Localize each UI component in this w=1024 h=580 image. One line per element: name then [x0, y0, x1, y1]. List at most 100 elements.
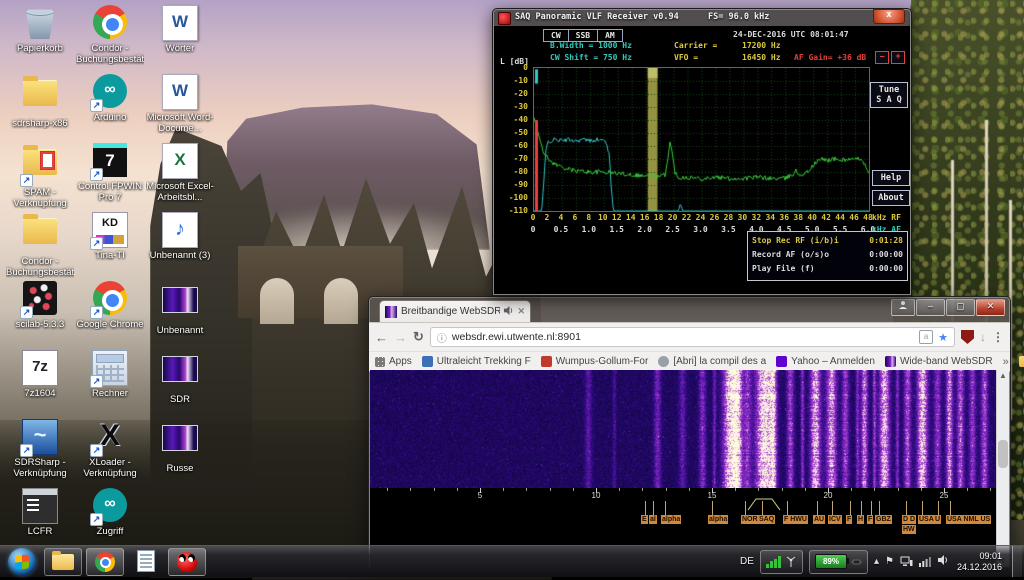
taskbar-app-notepad[interactable] [128, 548, 164, 574]
taskbar-app-gremlin[interactable] [168, 548, 206, 576]
desktop-icon-sdrsharp-x86[interactable]: sdrsharp-x86 [6, 74, 74, 129]
mobile-signal-icon[interactable] [919, 556, 931, 567]
action-center-flag-icon[interactable]: ⚑ [885, 556, 894, 567]
saq-mode-ssb[interactable]: SSB [569, 30, 598, 41]
language-indicator[interactable]: DE [740, 556, 754, 567]
chrome-menu-icon[interactable]: ⋮ [992, 330, 1004, 344]
saq-gain-plus-button[interactable]: + [891, 51, 905, 64]
station-label-line2[interactable]: HW [902, 525, 916, 534]
taskbar-app-chrome[interactable] [86, 548, 124, 576]
address-bar[interactable]: ⓘ websdr.ewi.utwente.nl:8901 a ★ [430, 327, 955, 347]
desktop-icon-papierkorb[interactable]: Papierkorb [6, 5, 74, 54]
saq-titlebar[interactable]: SAQ Panoramic VLF Receiver v0.94 FS= 96.… [493, 9, 911, 26]
bookmark-yahoo-anmelden[interactable]: Yahoo – Anmelden [776, 356, 875, 367]
maximize-button[interactable]: ▢ [946, 299, 975, 316]
scrollbar-up-icon[interactable]: ▲ [997, 370, 1009, 382]
station-marker-line [817, 501, 818, 515]
desktop-icon-condor-buchungsbest-tig[interactable]: Condor - Buchungsbestätig... [76, 5, 144, 65]
start-button[interactable] [8, 548, 36, 576]
desktop-icon-w-rter[interactable]: WWörter [146, 5, 214, 54]
station-label-e[interactable]: E [641, 515, 648, 524]
bookmark-ultraleicht-trekking-f[interactable]: Ultraleicht Trekking F [422, 356, 531, 367]
show-desktop-button[interactable] [1012, 546, 1022, 577]
saq-mode-cw[interactable]: CW [544, 30, 569, 41]
tab-breitbandige-websdr[interactable]: Breitbandige WebSDR ✕ [379, 300, 531, 322]
desktop-icon-condor-buchungsbest-tig[interactable]: Condor - Buchungsbestätig... [6, 212, 74, 278]
forward-icon[interactable]: → [394, 330, 407, 345]
taskbar-app-explorer[interactable] [44, 548, 82, 576]
other-bookmarks-folder[interactable]: Weitere Lesezeichen [1019, 356, 1024, 367]
saq-recorder-row[interactable]: Stop Rec RF (i/b)i0:01:28 [752, 234, 903, 248]
desktop-icon-scilab-5-3-3[interactable]: ↗scilab-5.3.3 [6, 281, 74, 330]
translate-icon[interactable]: a [919, 330, 933, 344]
desktop-icon-sdr[interactable]: SDR [146, 350, 214, 405]
bookmark-wide-band-websdr[interactable]: Wide-band WebSDR [885, 356, 993, 367]
saq-close-button[interactable]: x [873, 9, 905, 24]
bookmark-abri-la-compil-des-a[interactable]: [Abri] la compil des a [658, 356, 766, 367]
download-extension-icon[interactable]: ↓ [980, 330, 986, 344]
bookmark-star-icon[interactable]: ★ [938, 331, 948, 344]
saq-help-button[interactable]: Help [872, 170, 910, 186]
station-label-alpha[interactable]: alpha [661, 515, 681, 524]
desktop-icon-rechner[interactable]: ↗Rechner [76, 350, 144, 399]
bookmark-wumpus-gollum-for[interactable]: Wumpus-Gollum-For [541, 356, 649, 367]
minimize-button[interactable]: – [916, 299, 945, 316]
desktop-icon-7z1604[interactable]: 7z7z1604 [6, 350, 74, 399]
desktop-icon-spam-verkn-pfung[interactable]: ↗SPAM - Verknüpfung [6, 143, 74, 209]
taskbar-clock[interactable]: 09:01 24.12.2016 [957, 551, 1002, 573]
ublock-extension-icon[interactable] [961, 330, 974, 344]
desktop-icon-control-fpwin-pro-7[interactable]: 7↗Control FPWIN Pro 7 [76, 143, 144, 203]
close-button[interactable]: ✕ [976, 299, 1005, 316]
desktop-icon-google-chrome[interactable]: ↗Google Chrome [76, 281, 144, 330]
station-label-d-d[interactable]: D D [902, 515, 916, 524]
desktop-icon-russe[interactable]: Russe [146, 419, 214, 474]
desktop-icon-tina-ti[interactable]: KD↗Tina-TI [76, 212, 144, 261]
reload-icon[interactable]: ↻ [413, 329, 424, 345]
saq-recorder-panel[interactable]: Stop Rec RF (i/b)i0:01:28Record AF (o/s)… [747, 231, 908, 281]
profile-button[interactable] [891, 299, 915, 316]
station-label-usa-nml-us[interactable]: USA NML US [946, 515, 991, 524]
station-label-gbz[interactable]: GBZ [875, 515, 892, 524]
desktop-icon-microsoft-word-docume[interactable]: WMicrosoft Word-Docume... [146, 74, 214, 134]
station-label-f-hwu[interactable]: F HWU [783, 515, 808, 524]
desktop-icon-unbenannt[interactable]: Unbenannt [146, 281, 214, 336]
station-label-u[interactable]: U [934, 515, 941, 524]
page-info-icon[interactable]: ⓘ [437, 330, 447, 345]
desktop-icon-lcfr[interactable]: LCFR [6, 488, 74, 537]
saq-mode-am[interactable]: AM [598, 30, 622, 41]
saq-recorder-row[interactable]: Play File (f)0:00:00 [752, 262, 903, 276]
desktop-icon-zugriff[interactable]: ∞↗Zugriff [76, 488, 144, 537]
desktop-icon-xloader-verkn-pfung[interactable]: X↗XLoader - Verknüpfung [76, 419, 144, 479]
volume-icon[interactable] [937, 553, 949, 571]
tab-audio-icon[interactable] [503, 303, 514, 321]
station-label-icv[interactable]: ICV [828, 515, 842, 524]
hidden-icons-chevron[interactable]: ▴ [874, 556, 879, 567]
bookmark-apps[interactable]: Apps [375, 356, 412, 367]
scrollbar-thumb[interactable] [998, 440, 1008, 468]
station-label-al[interactable]: al [649, 515, 657, 524]
bookmarks-overflow-chevron[interactable]: » [1003, 356, 1009, 368]
station-label-usa[interactable]: USA [918, 515, 935, 524]
station-label-h[interactable]: H [857, 515, 864, 524]
level-meter-tray-app[interactable] [760, 550, 803, 574]
tab-close-icon[interactable]: ✕ [517, 306, 525, 317]
station-label-f[interactable]: F [846, 515, 852, 524]
desktop-icon-microsoft-excel-arbeitsbl[interactable]: XMicrosoft Excel-Arbeitsbl... [146, 143, 214, 203]
saq-recorder-row[interactable]: Record AF (o/s)o0:00:00 [752, 248, 903, 262]
desktop-icon-unbenannt-3[interactable]: ♪Unbenannt (3) [146, 212, 214, 261]
saq-tune-button[interactable]: Tune S A Q [870, 82, 908, 108]
station-label-au[interactable]: AU [813, 515, 825, 524]
desktop-icon-sdrsharp-verkn-pfung[interactable]: ~↗SDRSharp - Verknüpfung [6, 419, 74, 479]
battery-tray-app[interactable]: 89% [809, 550, 868, 574]
desktop-icon-arduino[interactable]: ∞↗Arduino [76, 74, 144, 123]
page-scrollbar[interactable]: ▲ ▼ [996, 370, 1009, 567]
station-label-saq[interactable]: SAQ [758, 515, 775, 524]
station-label-alpha[interactable]: alpha [708, 515, 728, 524]
websdr-waterfall[interactable] [370, 370, 997, 488]
saq-gain-minus-button[interactable]: − [875, 51, 889, 64]
saq-about-button[interactable]: About [872, 190, 910, 206]
network-icon[interactable] [900, 556, 913, 567]
station-label-f[interactable]: F [867, 515, 873, 524]
back-icon[interactable]: ← [375, 330, 388, 345]
station-label-nor[interactable]: NOR [741, 515, 759, 524]
